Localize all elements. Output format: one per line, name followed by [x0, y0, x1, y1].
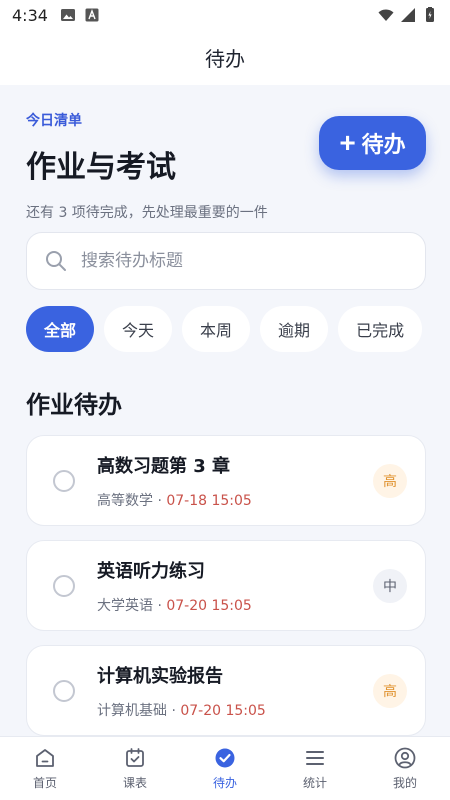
nav-item-home[interactable]: 首页: [0, 746, 90, 791]
section-title: 作业待办: [26, 391, 122, 419]
battery-icon: [426, 7, 434, 22]
plus-icon: +: [339, 127, 356, 158]
signal-icon: [401, 8, 415, 22]
status-left-icons: [60, 7, 100, 23]
task-due-date: 07-20 15:05: [166, 597, 252, 614]
task-due-date: 07-20 15:05: [180, 702, 266, 719]
nav-item-stats[interactable]: 统计: [270, 746, 360, 791]
nav-item-profile[interactable]: 我的: [360, 746, 450, 791]
task-body: 英语听力练习 大学英语 · 07-20 15:05: [97, 557, 373, 615]
check-circle-icon: [215, 748, 235, 768]
nav-label: 待办: [212, 776, 237, 790]
task-title: 英语听力练习: [97, 560, 205, 582]
task-card[interactable]: 计算机实验报告 计算机基础 · 07-20 15:05 高: [26, 645, 426, 736]
bottom-nav: 首页 课表 待办 统计 我的: [0, 736, 450, 800]
search-input[interactable]: [81, 251, 407, 271]
task-body: 高数习题第 3 章 高等数学 · 07-18 15:05: [97, 452, 373, 510]
nav-item-todo[interactable]: 待办: [180, 746, 270, 791]
calendar-check-icon: [126, 748, 144, 767]
add-todo-button[interactable]: + 待办: [319, 116, 426, 170]
wifi-icon: [378, 9, 394, 21]
nav-label: 统计: [302, 776, 327, 790]
nav-label: 我的: [392, 776, 417, 790]
task-separator: ·: [153, 597, 167, 614]
status-time: 4:34: [12, 5, 48, 25]
task-meta: 高等数学 · 07-18 15:05: [97, 490, 373, 510]
search-icon: [46, 251, 66, 271]
priority-badge: 中: [373, 568, 407, 603]
image-icon: [60, 9, 75, 21]
status-right-icons: [378, 7, 438, 23]
status-bar: 4:34: [0, 0, 450, 30]
eyebrow-label: 今日清单: [26, 113, 82, 129]
nav-item-schedule[interactable]: 课表: [90, 746, 180, 791]
subtitle: 还有 3 项待完成，先处理最重要的一件: [26, 205, 268, 221]
priority-badge: 高: [373, 673, 407, 708]
top-app-bar: 待办: [0, 30, 450, 85]
page-title: 待办: [205, 47, 245, 71]
nav-label: 首页: [32, 776, 57, 790]
task-course: 高等数学: [97, 492, 153, 509]
add-todo-label: 待办: [361, 132, 406, 157]
user-circle-icon: [394, 747, 416, 769]
search-box[interactable]: [26, 232, 426, 290]
task-separator: ·: [153, 492, 167, 509]
task-course: 大学英语: [97, 597, 153, 614]
task-checkbox[interactable]: [53, 574, 75, 597]
filter-chip-all[interactable]: 全部: [26, 306, 95, 352]
task-meta: 计算机基础 · 07-20 15:05: [97, 700, 373, 720]
task-checkbox[interactable]: [53, 469, 75, 492]
main-content[interactable]: 今日清单 作业与考试 还有 3 项待完成，先处理最重要的一件 + 待办 全部 今…: [0, 85, 450, 736]
task-title: 高数习题第 3 章: [97, 455, 231, 477]
task-body: 计算机实验报告 计算机基础 · 07-20 15:05: [97, 662, 373, 720]
task-list: 高数习题第 3 章 高等数学 · 07-18 15:05 高 英语听力练习 大学…: [26, 435, 426, 736]
filter-chips: 全部 今天 本周 逾期 已完成: [26, 306, 423, 352]
font-a-icon: [85, 8, 99, 22]
nav-label: 课表: [122, 776, 147, 790]
menu-lines-icon: [306, 751, 324, 765]
headline: 作业与考试: [26, 150, 176, 185]
filter-chip-this-week[interactable]: 本周: [182, 306, 251, 352]
filter-chip-completed[interactable]: 已完成: [338, 306, 423, 352]
home-icon: [36, 749, 54, 767]
task-checkbox[interactable]: [53, 679, 75, 702]
task-due-date: 07-18 15:05: [166, 492, 252, 509]
priority-badge: 高: [373, 463, 407, 498]
header-block: 今日清单 作业与考试 还有 3 项待完成，先处理最重要的一件: [26, 110, 326, 222]
task-separator: ·: [167, 702, 181, 719]
task-card[interactable]: 高数习题第 3 章 高等数学 · 07-18 15:05 高: [26, 435, 426, 526]
task-meta: 大学英语 · 07-20 15:05: [97, 595, 373, 615]
task-course: 计算机基础: [97, 702, 167, 719]
task-title: 计算机实验报告: [97, 665, 223, 687]
filter-chip-today[interactable]: 今天: [104, 306, 173, 352]
task-card[interactable]: 英语听力练习 大学英语 · 07-20 15:05 中: [26, 540, 426, 631]
filter-chip-overdue[interactable]: 逾期: [260, 306, 329, 352]
